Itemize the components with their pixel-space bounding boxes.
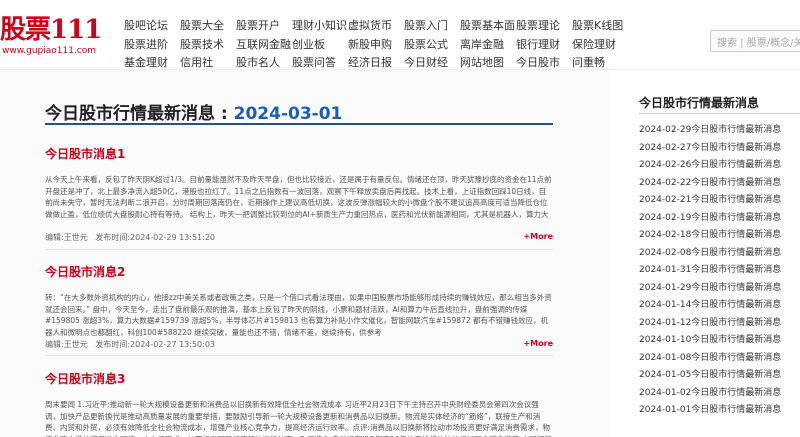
- sidebar-link[interactable]: 2024-02-18今日股市行情最新消息: [639, 230, 781, 240]
- article-title[interactable]: 今日股市消息3: [45, 370, 553, 387]
- nav-link[interactable]: 保险理财: [572, 36, 628, 55]
- more-link[interactable]: +More: [523, 232, 553, 241]
- sidebar-item: 2024-02-22今日股市行情最新消息: [639, 175, 800, 193]
- sidebar-link[interactable]: 2024-01-10今日股市行情最新消息: [639, 335, 781, 345]
- sidebar-item: 2024-01-10今日股市行情最新消息: [639, 332, 800, 350]
- nav-link[interactable]: 虚拟货币: [348, 17, 404, 36]
- article-meta: 编辑:王世元 发布时间:2024-02-27 13:50:03 +More: [45, 339, 553, 351]
- article-author: 编辑:王世元: [45, 233, 88, 242]
- sidebar-list: 2024-02-29今日股市行情最新消息 2024-02-27今日股市行情最新消…: [639, 122, 800, 420]
- sidebar-link[interactable]: 2024-01-08今日股市行情最新消息: [639, 353, 781, 363]
- nav-link[interactable]: 互联网金融: [236, 36, 292, 55]
- nav-link[interactable]: 股票进阶: [124, 36, 180, 55]
- article-card: 今日股市消息2 转：“在大多数外资机构的内心，他接zz中美关系或者政策之类，只是…: [45, 263, 553, 356]
- article-title[interactable]: 今日股市消息1: [45, 145, 553, 162]
- sidebar-item: 2024-01-12今日股市行情最新消息: [639, 315, 800, 333]
- sidebar: 今日股市行情最新消息 2024-02-29今日股市行情最新消息 2024-02-…: [610, 70, 800, 437]
- nav-link[interactable]: 新股申购: [348, 36, 404, 55]
- article-card: 今日股市消息1 从今天上午来看，反包了昨天阴K超过1/3。目前量能虽然不及昨天早…: [45, 145, 553, 250]
- nav-link[interactable]: 银行理财: [516, 36, 572, 55]
- sidebar-item: 2024-02-29今日股市行情最新消息: [639, 122, 800, 140]
- page-title-prefix: 今日股市行情最新消息 :: [45, 104, 234, 124]
- article-time: 发布时间:2024-02-27 13:50:03: [95, 340, 216, 349]
- nav-link[interactable]: 股票技术: [180, 36, 236, 55]
- sidebar-item: 2024-01-14今日股市行情最新消息: [639, 297, 800, 315]
- nav-link[interactable]: 股票基本面: [460, 17, 516, 36]
- article-excerpt: 转：“在大多数外资机构的内心，他接zz中美关系或者政策之类，只是一个借口式看法理…: [45, 293, 552, 337]
- sidebar-link[interactable]: 2024-01-29今日股市行情最新消息: [639, 283, 781, 293]
- nav-link[interactable]: 股票大全: [180, 17, 236, 36]
- sidebar-link[interactable]: 2024-02-22今日股市行情最新消息: [639, 178, 781, 188]
- logo-mark: 股票111: [0, 15, 102, 45]
- sidebar-item: 2024-02-18今日股市行情最新消息: [639, 227, 800, 245]
- nav-link[interactable]: 股吧论坛: [124, 17, 180, 36]
- sidebar-title: 今日股市行情最新消息: [639, 96, 760, 110]
- sidebar-link[interactable]: 2024-01-05今日股市行情最新消息: [639, 370, 781, 380]
- sidebar-link[interactable]: 2024-01-02今日股市行情最新消息: [639, 388, 781, 398]
- article-excerpt: 从今天上午来看，反包了昨天阴K超过1/3。目前量能虽然不及昨天早盘，但也比较接近…: [45, 175, 552, 219]
- article-author: 编辑:王世元: [45, 340, 88, 349]
- nav-link[interactable]: 离岸金融: [460, 36, 516, 55]
- article-meta: 编辑:王世元 发布时间:2024-02-29 13:51:20 +More: [45, 232, 553, 244]
- sidebar-item: 2024-01-29今日股市行情最新消息: [639, 280, 800, 298]
- article-divider: [45, 355, 553, 356]
- sidebar-item: 2024-02-21今日股市行情最新消息: [639, 192, 800, 210]
- article-card: 今日股市消息3 周末要闻 1.习近平:推动新一轮大规模设备更新和消费品以旧换新有…: [45, 370, 553, 437]
- sidebar-item: 2024-02-19今日股市行情最新消息: [639, 210, 800, 228]
- page-title-date: 2024-03-01: [233, 104, 343, 124]
- site-header: 股票111 www.gupiao111.com 股吧论坛 股票大全 股票开户 理…: [0, 0, 800, 70]
- sidebar-item: 2024-02-26今日股市行情最新消息: [639, 157, 800, 175]
- sidebar-item: 2024-01-08今日股市行情最新消息: [639, 350, 800, 368]
- site-logo[interactable]: 股票111 www.gupiao111.com: [0, 14, 105, 56]
- article-title[interactable]: 今日股市消息2: [45, 263, 553, 280]
- nav-link[interactable]: 股票理论: [516, 17, 572, 36]
- sidebar-item: 2024-01-01今日股市行情最新消息: [639, 402, 800, 420]
- search-input[interactable]: [711, 34, 800, 53]
- nav-link[interactable]: 股票入门: [404, 17, 460, 36]
- article-time: 发布时间:2024-02-29 13:51:20: [95, 233, 216, 242]
- sidebar-item: 2024-01-02今日股市行情最新消息: [639, 385, 800, 403]
- more-link[interactable]: +More: [523, 339, 553, 348]
- sidebar-item: 2024-02-08今日股市行情最新消息: [639, 245, 800, 263]
- sidebar-item: 2024-01-31今日股市行情最新消息: [639, 262, 800, 280]
- sidebar-item: 2024-01-05今日股市行情最新消息: [639, 367, 800, 385]
- article-divider: [45, 249, 553, 250]
- logo-url: www.gupiao111.com: [2, 46, 97, 56]
- main-nav: 股吧论坛 股票大全 股票开户 理财小知识 虚拟货币 股票入门 股票基本面 股票理…: [124, 17, 704, 73]
- sidebar-item: 2024-02-27今日股市行情最新消息: [639, 140, 800, 158]
- nav-link[interactable]: 股票公式: [404, 36, 460, 55]
- main-content: 今日股市行情最新消息 : 2024-03-01 今日股市消息1 从今天上午来看，…: [0, 70, 610, 437]
- sidebar-link[interactable]: 2024-02-21今日股市行情最新消息: [639, 195, 781, 205]
- article-excerpt: 周末要闻 1.习近平:推动新一轮大规模设备更新和消费品以旧换新有效降低全社会物流…: [45, 400, 552, 437]
- sidebar-link[interactable]: 2024-02-19今日股市行情最新消息: [639, 213, 781, 223]
- sidebar-link[interactable]: 2024-02-29今日股市行情最新消息: [639, 125, 781, 135]
- sidebar-link[interactable]: 2024-01-12今日股市行情最新消息: [639, 318, 781, 328]
- nav-link[interactable]: 股票K线图: [572, 17, 628, 36]
- sidebar-link[interactable]: 2024-02-27今日股市行情最新消息: [639, 143, 781, 153]
- page-title: 今日股市行情最新消息 : 2024-03-01: [45, 99, 342, 124]
- sidebar-link[interactable]: 2024-01-14今日股市行情最新消息: [639, 300, 781, 310]
- sidebar-link[interactable]: 2024-01-01今日股市行情最新消息: [639, 405, 781, 415]
- sidebar-link[interactable]: 2024-02-26今日股市行情最新消息: [639, 160, 781, 170]
- sidebar-link[interactable]: 2024-01-31今日股市行情最新消息: [639, 265, 781, 275]
- sidebar-link[interactable]: 2024-02-08今日股市行情最新消息: [639, 248, 781, 258]
- nav-link[interactable]: 股票开户: [236, 17, 292, 36]
- search-box: [710, 30, 800, 53]
- nav-link[interactable]: 创业板: [292, 36, 348, 55]
- nav-link[interactable]: 理财小知识: [292, 17, 348, 36]
- title-underline: [45, 123, 553, 125]
- sidebar-divider: [639, 113, 800, 114]
